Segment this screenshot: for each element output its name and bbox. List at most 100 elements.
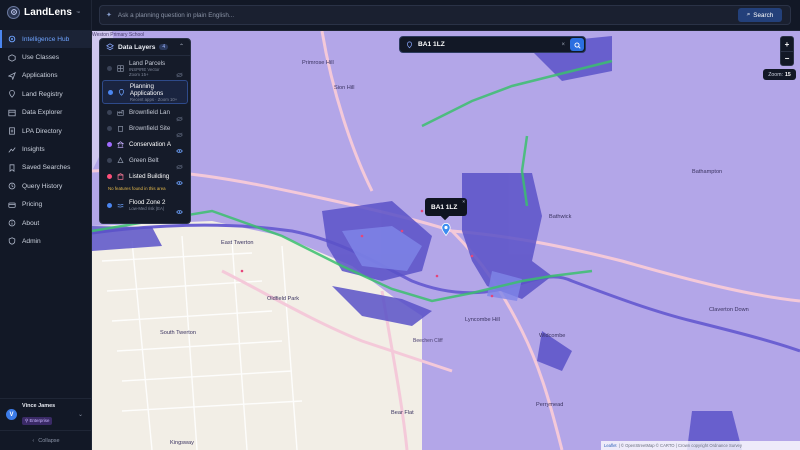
user-profile[interactable]: V Vince James ⚲ Enterprise ⌄ <box>0 398 92 430</box>
ask-input[interactable] <box>117 11 678 19</box>
sidebar-item-label: Query History <box>22 182 63 190</box>
layer-name: Planning Applications <box>129 82 164 97</box>
place-label: East Twerton <box>221 240 254 246</box>
layer-toggle[interactable] <box>107 202 112 208</box>
app-root: LandLens ™ Intelligence Hub Use Classes … <box>0 0 800 450</box>
search-button[interactable]: ⌕ Search <box>738 8 782 22</box>
sidebar-item-label: Saved Searches <box>22 164 71 172</box>
layers-header[interactable]: Data Layers 4 ⌃ <box>100 39 190 56</box>
sidebar-item-lpa-directory[interactable]: LPA Directory <box>0 122 91 140</box>
chevron-left-icon: ‹ <box>32 437 35 444</box>
box-icon <box>8 53 16 62</box>
layer-brownfield-land[interactable]: Brownfield Lan <box>100 104 190 122</box>
building-icon <box>117 125 124 132</box>
sidebar-item-label: Intelligence Hub <box>22 35 70 43</box>
chevron-down-icon[interactable]: ⌄ <box>78 411 83 418</box>
eye-off-icon[interactable] <box>176 109 183 122</box>
layer-name: Conservation A <box>129 140 171 148</box>
user-name: Vince James <box>22 402 56 409</box>
sidebar-item-use-classes[interactable]: Use Classes <box>0 48 91 66</box>
place-label: Oldfield Park <box>267 296 300 302</box>
eye-off-icon[interactable] <box>176 65 183 78</box>
brand-trademark: ™ <box>76 9 81 15</box>
pin-icon <box>406 36 413 54</box>
layer-flood-zone-2[interactable]: Flood Zone 2 Low-Med risk (EA) <box>100 193 190 217</box>
layer-name: Green Belt <box>129 156 159 164</box>
sidebar-item-land-registry[interactable]: Land Registry <box>0 85 91 103</box>
sidebar-item-label: Use Classes <box>22 54 60 62</box>
sidebar-item-data-explorer[interactable]: Data Explorer <box>0 104 91 122</box>
layer-name: Brownfield Site <box>129 124 171 132</box>
search-icon: ⌕ <box>746 11 751 18</box>
sidebar-item-label: Admin <box>22 237 41 245</box>
plan-badge: ⚲ Enterprise <box>22 416 53 425</box>
landmark-icon <box>117 140 124 148</box>
place-label: Lyncombe Hill <box>465 317 500 323</box>
location-marker-icon[interactable] <box>441 223 451 236</box>
layer-toggle[interactable] <box>108 89 113 95</box>
layer-sub: INSPIRE Vector <box>129 66 160 72</box>
eye-icon[interactable] <box>176 173 183 185</box>
eye-off-icon[interactable] <box>176 125 183 138</box>
hub-icon <box>8 35 16 43</box>
zoom-value: 15 <box>784 71 791 78</box>
brand[interactable]: LandLens ™ <box>0 0 91 24</box>
layer-toggle[interactable] <box>107 65 112 71</box>
eye-icon[interactable] <box>176 202 183 214</box>
map-view[interactable]: Primrose Hill Sion Hill East Twerton Old… <box>92 31 800 450</box>
layer-sub: Low-Med risk (EA) <box>129 206 165 211</box>
sidebar-item-pricing[interactable]: Pricing <box>0 196 91 214</box>
layer-conservation-area[interactable]: Conservation A <box>100 136 190 153</box>
tree-icon <box>117 156 124 164</box>
top-bar: ✦ ⌕ Search <box>92 0 800 31</box>
layer-text: Flood Zone 2 Low-Med risk (EA) <box>129 199 165 211</box>
sidebar-item-intelligence-hub[interactable]: Intelligence Hub <box>0 30 91 49</box>
layer-toggle[interactable] <box>107 141 112 147</box>
popup-label: BA1 1LZ <box>431 203 458 211</box>
bank-icon <box>117 172 124 180</box>
place-label: Bear Flat <box>391 410 414 416</box>
close-icon[interactable]: × <box>561 42 565 48</box>
layer-toggle[interactable] <box>107 157 112 163</box>
sidebar-item-applications[interactable]: Applications <box>0 67 91 85</box>
zoom-out-button[interactable]: − <box>781 51 793 65</box>
place-label: Sion Hill <box>334 85 355 91</box>
eye-icon[interactable] <box>176 141 183 153</box>
sidebar-item-query-history[interactable]: Query History <box>0 177 91 195</box>
layer-toggle[interactable] <box>107 125 112 131</box>
sidebar-item-about[interactable]: About <box>0 214 91 232</box>
close-icon[interactable]: × <box>462 199 465 204</box>
place-label: Perrymead <box>536 402 564 408</box>
map-search-bar[interactable]: BA1 1LZ × <box>399 36 586 53</box>
sidebar-item-admin[interactable]: Admin <box>0 232 91 250</box>
sidebar-nav: Intelligence Hub Use Classes Application… <box>0 30 91 251</box>
layers-title: Data Layers <box>118 43 156 51</box>
pin-icon <box>118 88 125 96</box>
eye-off-icon[interactable] <box>176 157 183 170</box>
sidebar-item-insights[interactable]: Insights <box>0 140 91 158</box>
layer-listed-building[interactable]: Listed Building <box>100 168 190 185</box>
layers-count-badge: 4 <box>159 44 169 50</box>
layer-green-belt[interactable]: Green Belt <box>100 152 190 170</box>
layer-toggle[interactable] <box>107 109 112 115</box>
place-label: South Twerton <box>160 330 196 336</box>
layer-land-parcels[interactable]: Land Parcels INSPIRE Vector Zoom 15+ <box>100 56 190 80</box>
layer-toggle[interactable] <box>107 173 112 179</box>
search-button-label: Search <box>753 11 774 19</box>
bookmark-icon <box>8 164 16 172</box>
place-label: Widcombe <box>539 333 566 339</box>
chevron-up-icon[interactable]: ⌃ <box>179 43 184 50</box>
collapse-button[interactable]: ‹ Collapse <box>0 430 92 450</box>
layer-brownfield-site[interactable]: Brownfield Site <box>100 120 190 138</box>
factory-icon <box>117 109 124 116</box>
sidebar-item-label: Land Registry <box>22 90 63 98</box>
sidebar-item-saved-searches[interactable]: Saved Searches <box>0 159 91 177</box>
layer-name: Flood Zone 2 <box>129 199 166 206</box>
leaflet-link[interactable]: Leaflet <box>604 443 617 448</box>
map-search-button[interactable] <box>570 38 584 51</box>
layer-planning-applications[interactable]: Planning Applications Recent apps · Zoom… <box>102 80 188 104</box>
map-search-input[interactable]: BA1 1LZ <box>418 41 445 48</box>
zoom-in-button[interactable]: + <box>781 37 793 51</box>
shield-icon <box>8 237 16 246</box>
sparkle-icon: ✦ <box>106 12 112 19</box>
